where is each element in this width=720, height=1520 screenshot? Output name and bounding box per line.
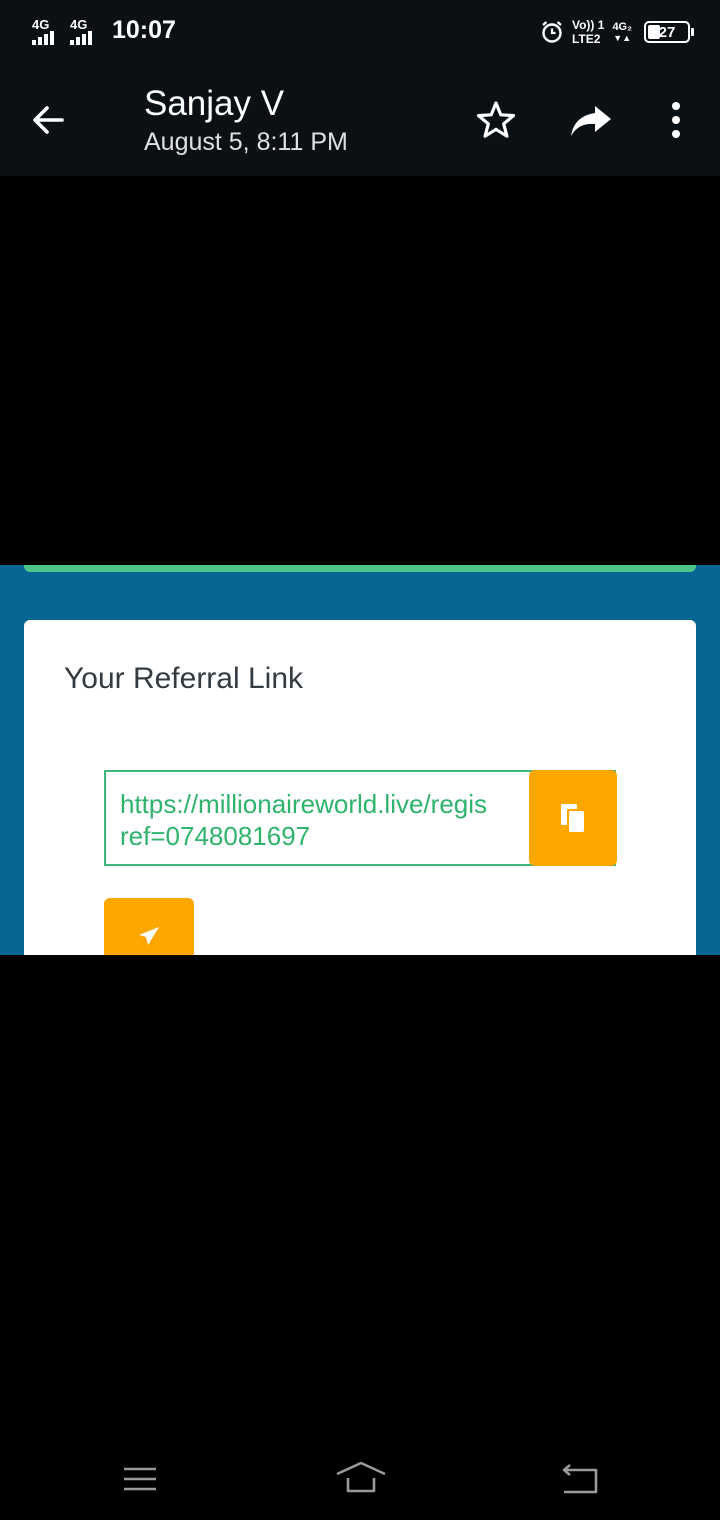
message-image: Your Referral Link https://millionairewo… (0, 565, 720, 955)
alarm-icon (542, 21, 562, 43)
status-bar: 4G 4G 10:07 Vo)) 1 LTE2 4G₂ ▼▲ 27 (0, 0, 720, 66)
home-icon[interactable] (334, 1460, 388, 1496)
referral-link-line1: https://millionaireworld.live/regis (120, 789, 488, 819)
battery-level: 27 (658, 24, 676, 41)
message-date: August 5, 8:11 PM (144, 128, 348, 156)
network-type-1: 4G (32, 16, 50, 32)
app-bar: Sanjay V August 5, 8:11 PM (0, 66, 720, 176)
referral-link-text: https://millionaireworld.live/regis ref=… (120, 788, 540, 852)
clock: 10:07 (112, 16, 176, 44)
share-icon[interactable] (568, 98, 614, 144)
referral-link-line2: ref=0748081697 (120, 821, 311, 851)
battery-icon: 27 (644, 21, 694, 43)
signal-icon: 4G (32, 17, 62, 45)
send-icon (139, 927, 159, 945)
send-button (104, 898, 194, 955)
status-right: Vo)) 1 LTE2 4G₂ ▼▲ 27 (540, 18, 694, 46)
sender-name: Sanjay V (144, 84, 285, 123)
network-4g2-indicator: 4G₂ ▼▲ (612, 21, 632, 43)
volte-indicator: Vo)) 1 LTE2 (572, 18, 604, 46)
status-left: 4G 4G 10:07 (32, 16, 176, 45)
data-arrows-icon: ▼▲ (613, 33, 632, 43)
star-outline-icon[interactable] (474, 98, 518, 142)
progress-bar (24, 565, 696, 572)
navigation-bar (0, 1440, 720, 1520)
network-4g2: 4G₂ (612, 21, 632, 33)
referral-card: Your Referral Link https://millionairewo… (24, 620, 696, 955)
signal-icon: 4G (70, 17, 100, 45)
arrow-left-icon[interactable] (28, 100, 68, 140)
menu-icon[interactable] (122, 1464, 158, 1494)
volte-top: Vo)) 1 (571, 18, 605, 32)
more-vert-icon[interactable] (660, 100, 692, 140)
volte-bottom: LTE2 (571, 32, 601, 46)
copy-button (529, 770, 617, 866)
card-title: Your Referral Link (64, 662, 304, 695)
network-type-2: 4G (70, 16, 88, 32)
back-icon[interactable] (558, 1462, 600, 1496)
copy-icon (561, 804, 584, 832)
